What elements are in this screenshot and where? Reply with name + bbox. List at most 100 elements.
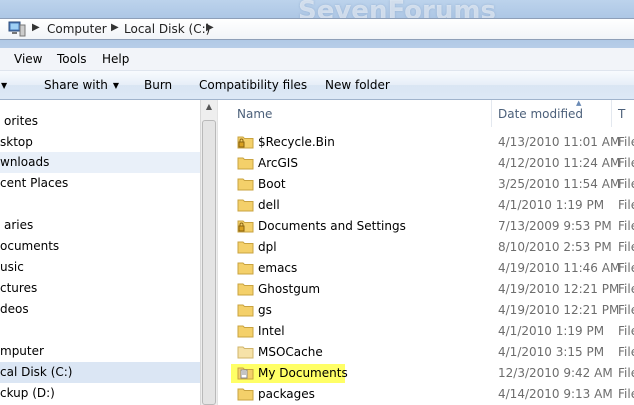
file-date: 12/3/2010 9:42 AM [498,366,613,380]
nav-label: ocuments [0,239,60,253]
compatibility-files-button[interactable]: Compatibility files [199,78,307,92]
file-row[interactable]: Boot 3/25/2010 11:54 AM File [221,174,634,195]
file-date: 4/14/2010 9:13 AM [498,387,613,401]
file-row[interactable]: ArcGIS 4/12/2010 11:24 AM File [221,153,634,174]
folder-icon [237,178,254,191]
file-type: File [618,303,634,317]
nav-item-desktop[interactable]: sktop [0,132,200,153]
locked-folder-icon [237,136,254,149]
breadcrumb-computer[interactable]: Computer [47,22,107,36]
file-name: ArcGIS [258,156,298,170]
nav-item-local-disk[interactable]: cal Disk (C:) [0,362,200,383]
nav-label: cent Places [0,176,69,190]
file-name: Documents and Settings [258,219,406,233]
file-date: 4/19/2010 12:21 PM [498,282,620,296]
nav-item-videos[interactable]: deos [0,299,200,320]
column-header-date-modified[interactable]: Date modified [498,107,583,121]
column-headers: ▲ Name Date modified T [221,99,634,127]
nav-label: deos [0,302,29,316]
organize-dropdown-icon[interactable]: ▼ [1,78,7,92]
folder-icon [237,346,254,359]
column-divider[interactable] [611,100,612,127]
file-date: 3/25/2010 11:54 AM [498,177,621,191]
file-row[interactable]: MSOCache 4/1/2010 3:15 PM File [221,342,634,363]
file-type: File [618,387,634,401]
file-row[interactable]: packages 4/14/2010 9:13 AM File [221,384,634,405]
nav-item-computer[interactable]: mputer [0,341,200,362]
file-type: File [618,177,634,191]
breadcrumb-separator-icon[interactable]: ▶ [111,22,119,33]
nav-item-favorites[interactable]: orites [0,111,200,132]
nav-item-pictures[interactable]: ctures [0,278,200,299]
breadcrumb-separator-icon[interactable]: ▶ [32,22,40,33]
folder-icon [237,325,254,338]
column-header-type[interactable]: T [618,107,625,121]
file-row[interactable]: dpl 8/10/2010 2:53 PM File [221,237,634,258]
scroll-up-arrow-icon[interactable]: ▲ [203,102,215,116]
folder-icon [237,388,254,401]
column-header-name[interactable]: Name [237,107,272,121]
file-row[interactable]: Ghostgum 4/19/2010 12:21 PM File [221,279,634,300]
nav-item-recent-places[interactable]: cent Places [0,173,200,194]
file-type: File [618,282,634,296]
nav-scrollbar[interactable]: ▲ [200,100,217,405]
file-date: 4/1/2010 1:19 PM [498,324,605,338]
nav-label: sktop [0,135,33,149]
file-row-my-documents[interactable]: My Documents 12/3/2010 9:42 AM File [221,363,634,384]
new-folder-button[interactable]: New folder [325,78,390,92]
file-date: 7/13/2009 9:53 PM [498,219,612,233]
file-row[interactable]: $Recycle.Bin 4/13/2010 11:01 AM File [221,132,634,153]
menu-bar: View Tools Help [0,48,634,71]
file-type: File [618,219,634,233]
file-name: Boot [258,177,286,191]
nav-label: ctures [0,281,38,295]
nav-label: usic [0,260,24,274]
file-date: 8/10/2010 2:53 PM [498,240,612,254]
file-row[interactable]: emacs 4/19/2010 11:46 AM File [221,258,634,279]
file-type: File [618,324,634,338]
menu-view[interactable]: View [14,52,42,66]
navigation-pane: orites sktop wnloads cent Places aries o… [0,100,200,405]
file-date: 4/19/2010 11:46 AM [498,261,621,275]
scroll-thumb[interactable] [202,120,216,405]
file-name: gs [258,303,272,317]
file-row[interactable]: gs 4/19/2010 12:21 PM File [221,300,634,321]
file-date: 4/19/2010 12:21 PM [498,303,620,317]
folder-icon [237,304,254,317]
address-bar[interactable]: ▶ Computer ▶ Local Disk (C:) ▶ [0,18,634,40]
file-name: dpl [258,240,277,254]
nav-label: wnloads [0,155,50,169]
column-divider[interactable] [491,100,492,127]
file-list: $Recycle.Bin 4/13/2010 11:01 AM File Arc… [221,132,634,405]
burn-button[interactable]: Burn [144,78,172,92]
menu-tools[interactable]: Tools [57,52,87,66]
file-row[interactable]: dell 4/1/2010 1:19 PM File [221,195,634,216]
menu-help[interactable]: Help [102,52,129,66]
chevron-down-icon: ▼ [112,81,120,90]
file-type: File [618,240,634,254]
nav-item-libraries[interactable]: aries [0,215,200,236]
nav-label: cal Disk (C:) [0,365,73,379]
share-with-button[interactable]: Share with ▼ [44,78,119,92]
sort-ascending-icon: ▲ [576,99,582,107]
nav-item-backup[interactable]: ckup (D:) [0,383,200,404]
file-type: File [618,345,634,359]
file-name: MSOCache [258,345,323,359]
file-name: Intel [258,324,285,338]
breadcrumb-separator-icon[interactable]: ▶ [206,22,214,33]
file-name: My Documents [258,366,348,380]
breadcrumb-local-disk[interactable]: Local Disk (C:) [124,22,210,36]
nav-item-downloads[interactable]: wnloads [0,152,200,173]
folder-icon [237,262,254,275]
nav-item-documents[interactable]: ocuments [0,236,200,257]
computer-icon [8,21,26,37]
file-date: 4/1/2010 1:19 PM [498,198,605,212]
file-name: emacs [258,261,298,275]
file-row[interactable]: Documents and Settings 7/13/2009 9:53 PM… [221,216,634,237]
nav-item-music[interactable]: usic [0,257,200,278]
folder-icon [237,241,254,254]
nav-label: mputer [0,344,44,358]
file-row[interactable]: Intel 4/1/2010 1:19 PM File [221,321,634,342]
file-type: File [618,366,634,380]
share-with-label: Share with [44,78,108,92]
